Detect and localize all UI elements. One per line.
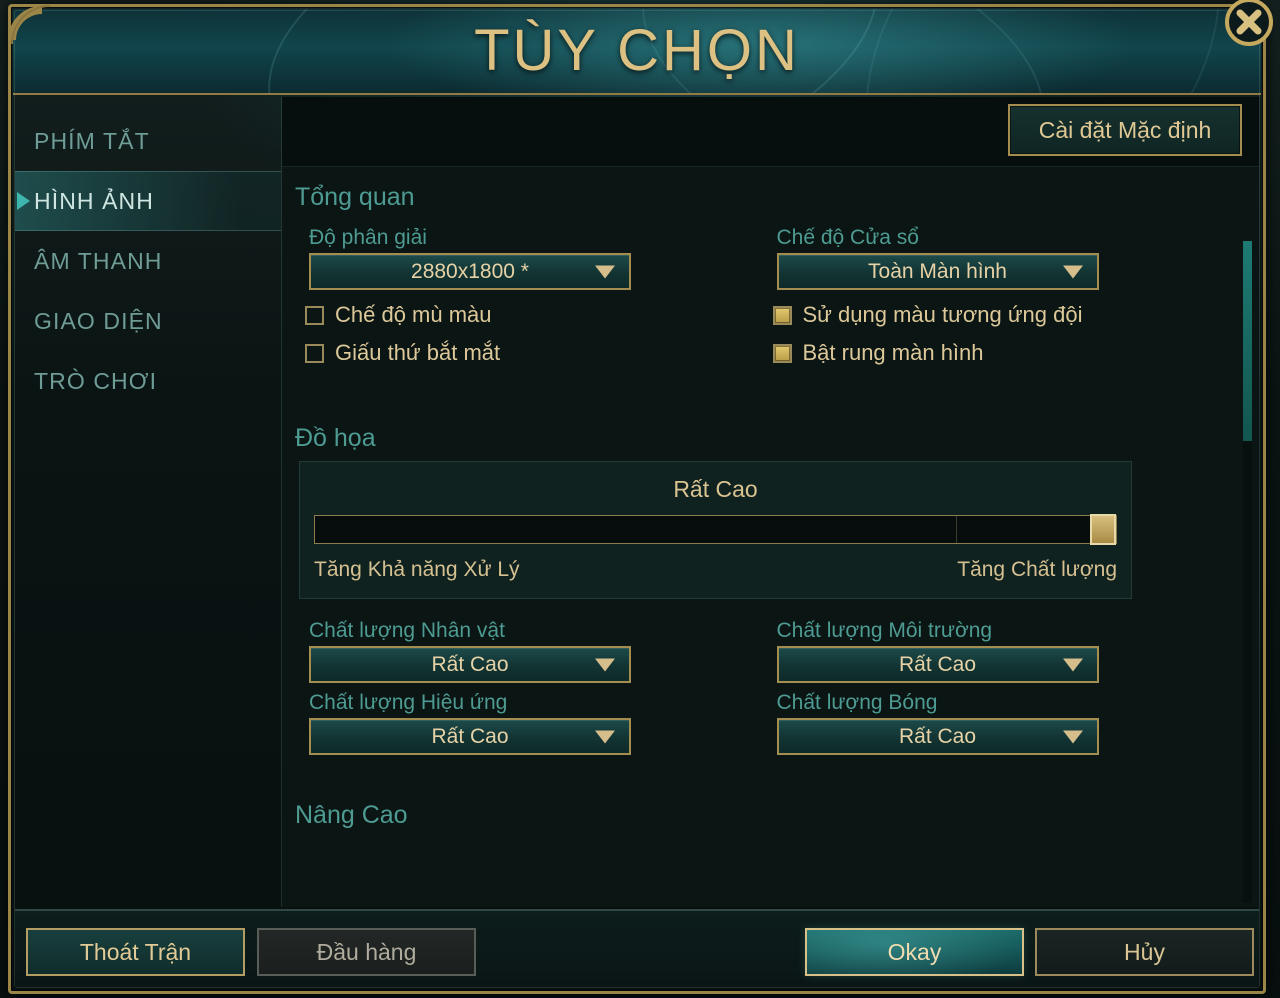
sidebar-item-game[interactable]: TRÒ CHƠI <box>15 351 281 411</box>
team-colors-label: Sử dụng màu tương ứng đội <box>802 302 1083 327</box>
overview-right-column: Chế độ Cửa sổ Toàn Màn hình Sử dụng màu … <box>763 218 1231 366</box>
colorblind-checkbox[interactable] <box>305 305 324 325</box>
cancel-button[interactable]: Hủy <box>1035 928 1254 976</box>
slider-left-label: Tăng Khả năng Xử Lý <box>314 558 520 581</box>
overview-columns: Độ phân giải 2880x1800 * Chế độ mù màu G… <box>295 218 1230 366</box>
sidebar-item-label: GIAO DIỆN <box>34 307 163 334</box>
section-heading-advanced: Nâng Cao <box>295 801 408 829</box>
character-quality-dropdown[interactable]: Rất Cao <box>309 646 631 683</box>
options-body: PHÍM TẮT HÌNH ẢNH ÂM THANH GIAO DIỆN TRÒ… <box>15 97 1259 907</box>
character-quality-value: Rất Cao <box>431 652 509 676</box>
chevron-down-icon <box>595 265 615 278</box>
chevron-down-icon <box>595 730 615 743</box>
overview-left-column: Độ phân giải 2880x1800 * Chế độ mù màu G… <box>295 218 763 366</box>
settings-scroll-content: Tổng quan Độ phân giải 2880x1800 * Chế đ… <box>282 167 1230 836</box>
slider-end-labels: Tăng Khả năng Xử Lý Tăng Chất lượng <box>314 558 1117 582</box>
settings-content: Cài đặt Mặc định Tổng quan Độ phân giải … <box>282 97 1259 907</box>
section-heading-graphics: Đồ họa <box>295 424 376 452</box>
section-heading-overview: Tổng quan <box>295 183 415 211</box>
close-icon[interactable] <box>1218 0 1276 54</box>
sidebar-item-sound[interactable]: ÂM THANH <box>15 231 281 291</box>
character-quality-label: Chất lượng Nhân vật <box>309 619 505 642</box>
graphics-quality-slider[interactable] <box>314 514 1117 545</box>
surrender-button[interactable]: Đầu hàng <box>257 928 476 976</box>
title-bar: TÙY CHỌN <box>13 9 1261 95</box>
page-title: TÙY CHỌN <box>474 18 800 83</box>
sidebar-nav: PHÍM TẮT HÌNH ẢNH ÂM THANH GIAO DIỆN TRÒ… <box>15 97 282 907</box>
graphics-left-column: Chất lượng Nhân vật Rất Cao Chất lượng H… <box>295 611 763 755</box>
graphics-preset-value: Rất Cao <box>673 476 758 502</box>
shadow-quality-label: Chất lượng Bóng <box>776 691 938 714</box>
hide-eyecandy-checkbox-row[interactable]: Giấu thứ bắt mắt <box>305 340 763 366</box>
okay-button[interactable]: Okay <box>805 928 1024 976</box>
sidebar-item-hotkeys[interactable]: PHÍM TẮT <box>15 111 281 171</box>
environment-quality-value: Rất Cao <box>898 652 977 676</box>
resolution-label: Độ phân giải <box>309 226 427 249</box>
scrollbar-track[interactable] <box>1243 241 1252 903</box>
hide-eyecandy-checkbox[interactable] <box>305 343 324 363</box>
window-mode-label: Chế độ Cửa sổ <box>776 226 919 249</box>
sidebar-item-label: ÂM THANH <box>34 247 163 274</box>
effects-quality-value: Rất Cao <box>431 724 509 748</box>
chevron-down-icon <box>1062 730 1083 743</box>
settings-scroll-panel[interactable]: Tổng quan Độ phân giải 2880x1800 * Chế đ… <box>282 167 1259 907</box>
chevron-down-icon <box>1062 265 1083 278</box>
effects-quality-dropdown[interactable]: Rất Cao <box>309 718 631 755</box>
slider-right-label: Tăng Chất lượng <box>957 558 1117 581</box>
shadow-quality-dropdown[interactable]: Rất Cao <box>776 718 1099 755</box>
graphics-detail-columns: Chất lượng Nhân vật Rất Cao Chất lượng H… <box>295 611 1230 755</box>
environment-quality-label: Chất lượng Môi trường <box>776 619 993 642</box>
exit-match-button[interactable]: Thoát Trận <box>26 928 245 976</box>
footer-bar: Thoát Trận Đầu hàng Okay Hủy <box>15 909 1259 987</box>
screen-shake-checkbox-row[interactable]: Bật rung màn hình <box>772 340 1231 366</box>
defaults-toolbar: Cài đặt Mặc định <box>282 97 1259 167</box>
sidebar-item-label: PHÍM TẮT <box>34 127 150 154</box>
shadow-quality-value: Rất Cao <box>898 724 977 748</box>
slider-handle[interactable] <box>1090 514 1116 545</box>
window-mode-value: Toàn Màn hình <box>868 259 1007 283</box>
sidebar-item-label: TRÒ CHƠI <box>34 367 158 394</box>
sidebar-item-interface[interactable]: GIAO DIỆN <box>15 291 281 351</box>
options-window: TÙY CHỌN PHÍM TẮT HÌNH ẢNH ÂM THANH GIAO… <box>0 0 1280 998</box>
colorblind-label: Chế độ mù màu <box>335 302 492 327</box>
chevron-down-icon <box>595 658 615 671</box>
team-colors-checkbox-row[interactable]: Sử dụng màu tương ứng đội <box>772 302 1231 328</box>
screen-shake-checkbox[interactable] <box>772 343 792 363</box>
slider-tick-icon <box>955 516 957 543</box>
effects-quality-label: Chất lượng Hiệu ứng <box>309 691 508 714</box>
colorblind-checkbox-row[interactable]: Chế độ mù màu <box>305 302 763 328</box>
selection-arrow-icon <box>17 192 30 210</box>
sidebar-item-video[interactable]: HÌNH ẢNH <box>15 171 281 231</box>
window-mode-dropdown[interactable]: Toàn Màn hình <box>776 253 1099 290</box>
resolution-value: 2880x1800 * <box>411 259 529 283</box>
environment-quality-dropdown[interactable]: Rất Cao <box>776 646 1099 683</box>
team-colors-checkbox[interactable] <box>772 305 792 325</box>
graphics-right-column: Chất lượng Môi trường Rất Cao Chất lượng… <box>763 611 1231 755</box>
scrollbar-thumb[interactable] <box>1243 241 1252 441</box>
graphics-quality-panel: Rất Cao Tăng Khả năng Xử Lý Tăng Chất lư… <box>299 461 1132 599</box>
chevron-down-icon <box>1062 658 1083 671</box>
screen-shake-label: Bật rung màn hình <box>802 340 984 365</box>
default-settings-button[interactable]: Cài đặt Mặc định <box>1008 104 1242 156</box>
resolution-dropdown[interactable]: 2880x1800 * <box>309 253 631 290</box>
sidebar-item-label: HÌNH ẢNH <box>34 187 154 214</box>
hide-eyecandy-label: Giấu thứ bắt mắt <box>335 340 501 365</box>
